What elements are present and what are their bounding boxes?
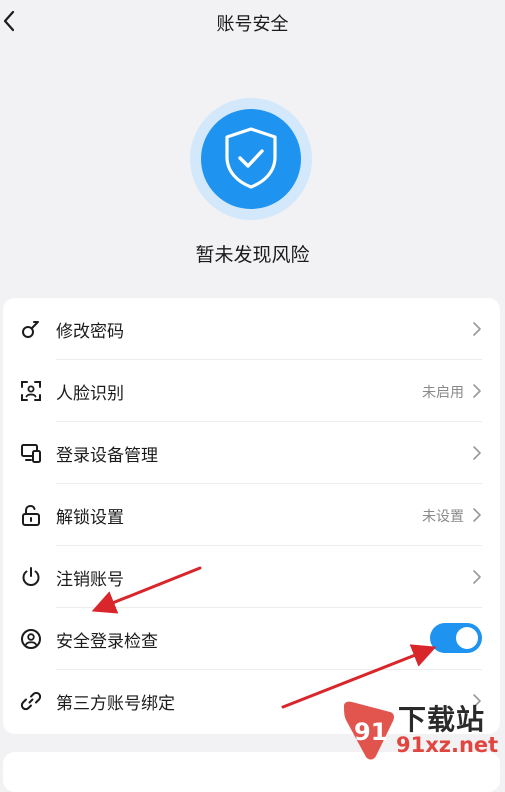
row-label: 修改密码 <box>56 322 124 342</box>
shield-badge <box>201 109 301 209</box>
row-label: 登录设备管理 <box>56 446 158 466</box>
security-settings-list: 修改密码 人脸识别 未启用 登录设备管理 解锁设置 未设置 注销账号 安全登录检… <box>3 298 500 734</box>
row-label: 安全登录检查 <box>56 632 158 652</box>
watermark-logo-text: 91 <box>354 718 387 746</box>
row-value: 未启用 <box>422 385 464 401</box>
user-circle-icon <box>21 629 41 649</box>
row-unlock-settings[interactable]: 解锁设置 未设置 <box>3 484 500 546</box>
key-icon <box>22 321 39 338</box>
chevron-right-icon <box>473 446 481 460</box>
watermark-domain: 91xz.net <box>396 733 499 757</box>
devices-icon <box>21 444 41 463</box>
watermark-title: 下载站 <box>398 703 486 736</box>
top-bar: 账号安全 <box>0 0 505 44</box>
face-scan-icon <box>21 381 41 401</box>
row-login-devices[interactable]: 登录设备管理 <box>3 422 500 484</box>
link-icon <box>20 691 42 711</box>
row-change-password[interactable]: 修改密码 <box>3 298 500 360</box>
toggle-knob <box>456 627 478 649</box>
chevron-right-icon <box>473 508 481 522</box>
secure-login-toggle[interactable] <box>430 623 482 653</box>
status-shield <box>190 98 312 220</box>
chevron-right-icon <box>473 570 481 584</box>
row-label: 解锁设置 <box>56 508 124 528</box>
status-text: 暂未发现风险 <box>195 244 310 266</box>
row-delete-account[interactable]: 注销账号 <box>3 546 500 608</box>
row-value: 未设置 <box>422 509 464 525</box>
row-secure-login-check: 安全登录检查 <box>3 608 500 670</box>
watermark: 91 下载站 91xz.net <box>340 698 505 762</box>
page-title: 账号安全 <box>216 14 289 35</box>
power-icon <box>22 567 40 586</box>
row-label: 人脸识别 <box>56 384 124 404</box>
unlock-icon <box>22 504 40 526</box>
row-label: 第三方账号绑定 <box>56 694 175 714</box>
shield-check-icon <box>225 127 277 189</box>
chevron-right-icon <box>473 322 481 336</box>
row-face-recognition[interactable]: 人脸识别 未启用 <box>3 360 500 422</box>
row-label: 注销账号 <box>56 570 124 590</box>
chevron-right-icon <box>473 384 481 398</box>
watermark-logo: 91 <box>344 701 394 760</box>
